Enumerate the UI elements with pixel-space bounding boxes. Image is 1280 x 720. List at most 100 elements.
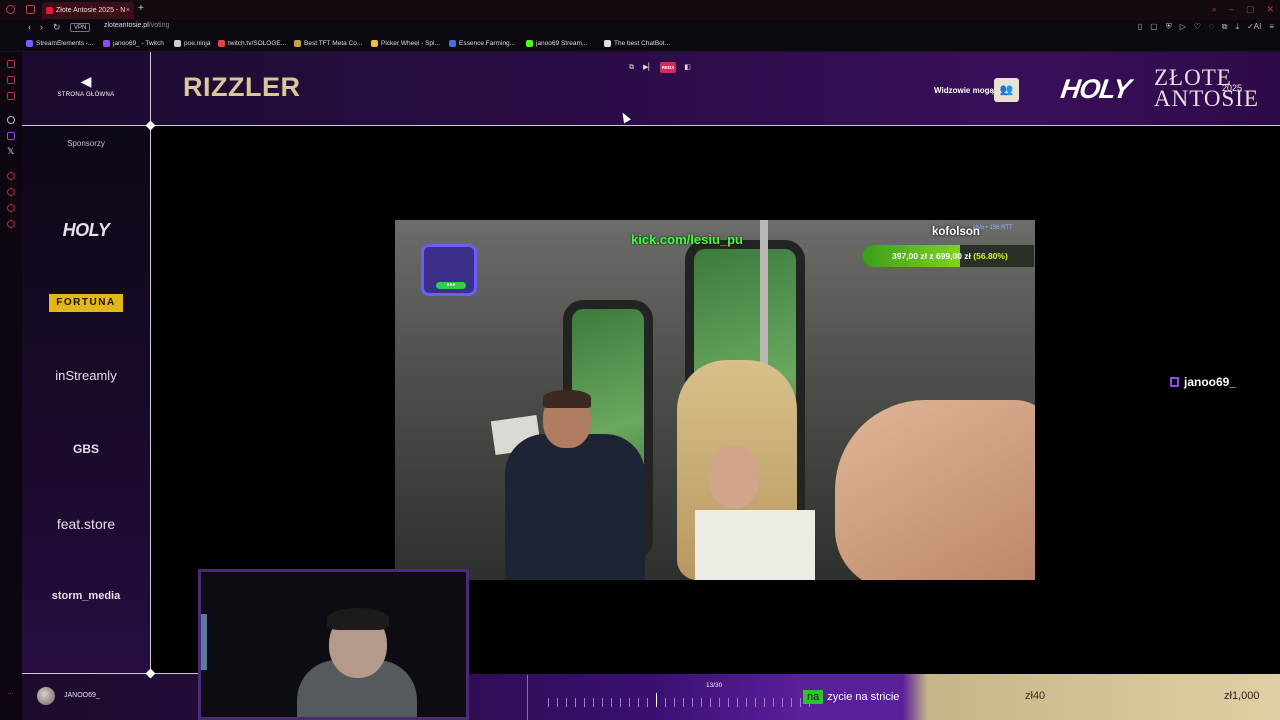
- username-label[interactable]: JANOO69_: [64, 692, 100, 699]
- bookmark-item[interactable]: janoo69_ - Twitch: [103, 40, 164, 47]
- menu-icon[interactable]: ≡: [1269, 22, 1274, 32]
- chat-icon[interactable]: ◌: [1209, 22, 1214, 32]
- sponsor-instreamly-logo[interactable]: inStreamly: [36, 368, 136, 383]
- strip-settings-icon[interactable]: [7, 116, 15, 124]
- timeline-tick: [584, 698, 585, 707]
- strip-x-icon[interactable]: 𝕏: [7, 146, 14, 157]
- tab-title: Złote Antosie 2025 - N: [56, 7, 126, 14]
- video-person-face: [709, 446, 759, 508]
- strip-more-icon[interactable]: ⋯: [7, 690, 14, 698]
- browser-tab-bar: [0, 0, 1280, 20]
- bookmark-icon[interactable]: ▯: [1138, 22, 1142, 32]
- bookmark-item[interactable]: poe.ninja: [174, 40, 210, 47]
- donation-goal-bar: 397,00 zł z 699,00 zł (56.80%): [862, 245, 1034, 267]
- brand-year: 2025: [1222, 83, 1243, 93]
- strip-app-icon[interactable]: [7, 220, 15, 228]
- donation-goal-text: 397,00 zł z 699,00 zł (56.80%): [892, 251, 1008, 261]
- brand-antosie: ANTOSIE: [1154, 86, 1259, 111]
- timeline-tick: [575, 698, 576, 707]
- timeline-tick: [764, 698, 765, 707]
- brand-zlote: ZŁOTE: [1154, 65, 1232, 90]
- browser-tab-active[interactable]: Złote Antosie 2025 - N ×: [42, 2, 134, 19]
- back-home-label: STRONA GŁÓWNA: [57, 92, 115, 98]
- vpn-badge[interactable]: VPN: [70, 23, 91, 32]
- back-home-button[interactable]: ◀ STRONA GŁÓWNA: [50, 74, 122, 98]
- popout-icon[interactable]: ⧉: [626, 62, 637, 73]
- timeline-tick: [782, 698, 783, 707]
- extensions-icon[interactable]: ⧉: [1222, 22, 1228, 32]
- bookmark-item[interactable]: Essence Farming...: [449, 40, 515, 47]
- strip-app-icon[interactable]: [7, 60, 15, 68]
- bookmark-favicon-icon: [526, 40, 533, 47]
- bottom-divider: [22, 673, 200, 674]
- screen: Złote Antosie 2025 - N × + ⌕ – ▢ ✕ ‹ › ↻…: [0, 0, 1280, 720]
- minimize-icon[interactable]: –: [1229, 4, 1234, 15]
- forward-nav-icon[interactable]: ›: [40, 22, 43, 32]
- sponsor-holy-logo[interactable]: HOLY: [36, 220, 136, 241]
- kick-url-overlay: kick.com/lesiu_pu: [631, 232, 743, 247]
- avatar[interactable]: [37, 687, 55, 705]
- strip-app-icon[interactable]: [7, 92, 15, 100]
- bookmark-item[interactable]: StreamElements -...: [26, 40, 93, 47]
- ai-icon[interactable]: ✓AI: [1247, 22, 1261, 32]
- clip-video-player[interactable]: ●●● kick.com/lesiu_pu kofolson kb/s • 15…: [395, 220, 1035, 580]
- live-badge[interactable]: REDX: [660, 62, 676, 73]
- new-tab-icon[interactable]: +: [138, 3, 144, 14]
- play-icon[interactable]: ▷: [1180, 22, 1186, 32]
- timeline-tick: [602, 698, 603, 707]
- bookmark-item[interactable]: Best TFT Meta Co...: [294, 40, 362, 47]
- bookmark-label: StreamElements -...: [36, 40, 94, 47]
- back-nav-icon[interactable]: ‹: [28, 22, 31, 32]
- sponsor-stormmedia-logo[interactable]: storm_media: [36, 590, 136, 602]
- url-field[interactable]: zloteantosie.pl/voting: [104, 22, 169, 29]
- bet-label: na zycie na stricie: [803, 688, 899, 706]
- timeline-tick: [620, 698, 621, 707]
- search-tabs-icon[interactable]: ⌕: [1212, 4, 1217, 15]
- bookmark-item[interactable]: twitch.tv/SOLOGE...: [218, 40, 286, 47]
- bookmark-label: twitch.tv/SOLOGE...: [228, 40, 287, 47]
- bet-highlight: na: [803, 690, 824, 704]
- strip-app-icon[interactable]: [7, 204, 15, 212]
- webcam-light: [201, 614, 207, 670]
- theater-icon[interactable]: ◧: [682, 62, 693, 73]
- timeline-tick: [548, 698, 549, 707]
- bookmark-label: Essence Farming...: [459, 40, 515, 47]
- screenshot-icon[interactable]: ▢: [1150, 22, 1158, 32]
- channel-tag-name: janoo69_: [1184, 375, 1237, 389]
- sidebar-toggle-icon[interactable]: [26, 5, 35, 14]
- stream-rtt: kb/s • 156 RTT: [973, 225, 1013, 231]
- skip-icon[interactable]: ▶▏: [643, 62, 654, 73]
- stream-overlay-widget: ●●●: [421, 244, 477, 296]
- video-hand: [835, 400, 1035, 580]
- timeline-tick: [611, 698, 612, 707]
- strip-twitch-icon[interactable]: [7, 132, 15, 140]
- tab-close-icon[interactable]: ×: [126, 7, 130, 14]
- timeline-progress: 13/30: [706, 682, 723, 689]
- browser-menu-icon[interactable]: [6, 5, 15, 14]
- timeline-tick: [728, 698, 729, 707]
- back-arrow-icon: ◀: [80, 73, 92, 89]
- donation-amount: 397,00 zł z 699,00 zł: [892, 251, 971, 261]
- shield-icon[interactable]: ⛨: [1166, 22, 1172, 32]
- sponsor-gbs-logo[interactable]: GBS: [36, 442, 136, 456]
- webcam-person-hair: [327, 608, 389, 630]
- timeline-tick: [701, 698, 702, 707]
- strip-app-icon[interactable]: [7, 188, 15, 196]
- reload-icon[interactable]: ↻: [53, 22, 61, 33]
- bookmark-item[interactable]: The best ChatBot...: [604, 40, 670, 47]
- maximize-icon[interactable]: ▢: [1246, 4, 1255, 15]
- bookmark-item[interactable]: janoo69 Stream...: [526, 40, 587, 47]
- timeline-tick: [566, 698, 567, 707]
- viewers-vote-button[interactable]: 👥: [994, 78, 1019, 102]
- sponsor-featstore-logo[interactable]: feat.store: [36, 516, 136, 532]
- close-window-icon[interactable]: ✕: [1266, 4, 1274, 15]
- strip-app-icon[interactable]: [7, 76, 15, 84]
- sponsor-fortuna-logo[interactable]: FORTUNA: [49, 294, 123, 312]
- strip-app-icon[interactable]: [7, 172, 15, 180]
- heart-icon[interactable]: ♡: [1194, 22, 1201, 32]
- bookmark-item[interactable]: Picker Wheel - Spi...: [371, 40, 440, 47]
- download-icon[interactable]: ⤓: [1236, 22, 1240, 32]
- browser-side-strip: 𝕏 ⋯: [0, 52, 22, 720]
- timeline-tick: [638, 698, 639, 707]
- timeline-tick: [710, 698, 711, 707]
